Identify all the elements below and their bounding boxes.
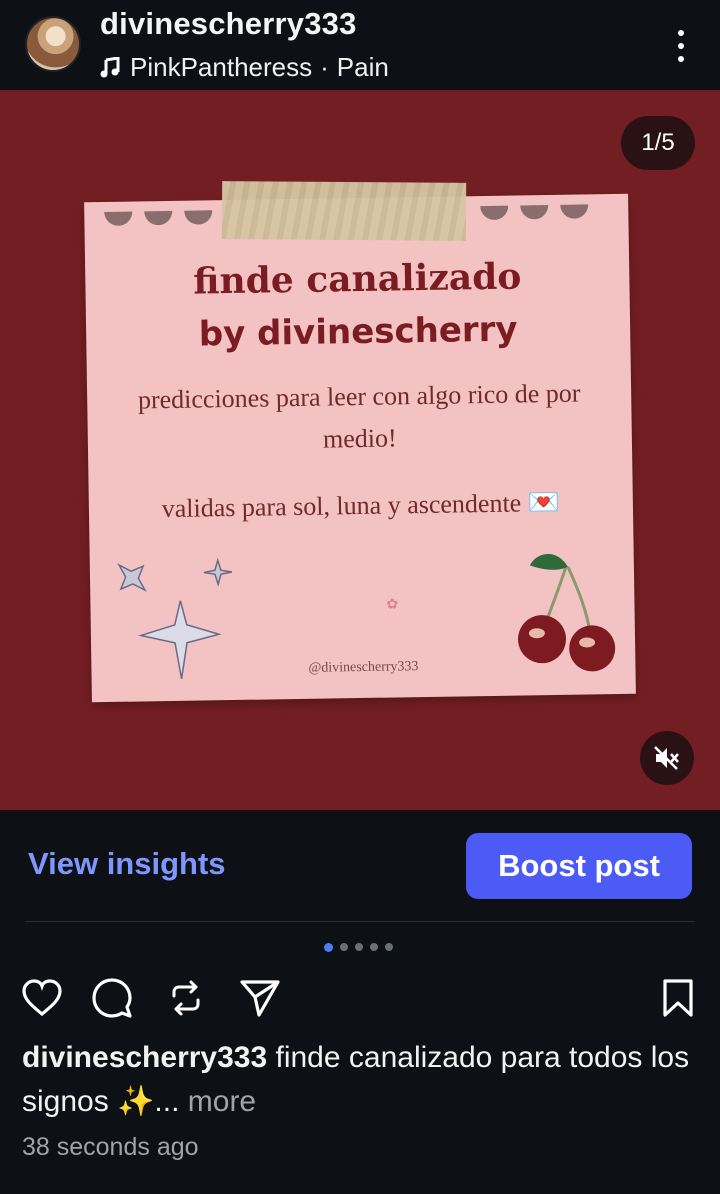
card-body-text: predicciones para leer con algo rico de … bbox=[137, 378, 581, 454]
post-timestamp: 38 seconds ago bbox=[22, 1133, 199, 1161]
card-subtitle: by divinescherry bbox=[198, 309, 518, 355]
carousel-dot-active bbox=[324, 943, 333, 952]
bookmark-icon[interactable] bbox=[656, 976, 700, 1020]
card-body-line2: validas para sol, luna y ascendente bbox=[161, 488, 522, 524]
carousel-dot bbox=[355, 943, 363, 951]
caption-more-link[interactable]: more bbox=[188, 1085, 256, 1118]
carousel-counter: 1/5 bbox=[621, 116, 695, 170]
caption-username[interactable]: divinescherry333 bbox=[22, 1041, 267, 1074]
card-title: finde canalizado bbox=[193, 255, 522, 303]
envelope-emoji: 💌 bbox=[527, 487, 561, 518]
music-note-icon bbox=[100, 56, 120, 77]
repost-icon[interactable] bbox=[164, 976, 208, 1020]
tape bbox=[221, 181, 467, 241]
card-holes-left bbox=[104, 210, 213, 226]
more-vertical-icon[interactable] bbox=[664, 26, 698, 66]
comment-icon[interactable] bbox=[90, 976, 134, 1020]
card-body-text-2: validas para sol, luna y ascendente 💌 bbox=[89, 487, 633, 526]
post-username[interactable]: divinescherry333 bbox=[100, 6, 357, 42]
carousel-dot bbox=[370, 943, 378, 951]
post-media[interactable]: finde canalizado by divinescherry predic… bbox=[0, 90, 720, 810]
mute-button[interactable] bbox=[640, 731, 694, 785]
divider bbox=[25, 921, 695, 922]
music-separator: · bbox=[320, 52, 329, 82]
music-artist: PinkPantheress bbox=[130, 52, 313, 82]
profile-avatar[interactable] bbox=[25, 16, 81, 72]
send-icon[interactable] bbox=[238, 976, 282, 1020]
carousel-dot bbox=[340, 943, 348, 951]
carousel-dot bbox=[385, 943, 393, 951]
view-insights-link[interactable]: View insights bbox=[28, 846, 226, 882]
music-info[interactable]: PinkPantheress · Pain bbox=[100, 52, 389, 83]
card-holes-right bbox=[480, 204, 589, 221]
post-header: divinescherry333 PinkPantheress · Pain bbox=[0, 0, 720, 90]
post-actions-bar: View insights Boost post bbox=[0, 810, 720, 922]
note-card: finde canalizado by divinescherry predic… bbox=[84, 193, 636, 703]
engagement-icons bbox=[0, 976, 720, 1022]
heart-icon[interactable] bbox=[20, 976, 64, 1020]
boost-post-button[interactable]: Boost post bbox=[466, 833, 692, 899]
music-track: Pain bbox=[336, 52, 389, 82]
carousel-dots bbox=[324, 943, 393, 952]
post-caption: divinescherry333 finde canalizado para t… bbox=[22, 1036, 712, 1124]
speaker-muted-icon bbox=[654, 746, 679, 770]
flower-icon: ✿ bbox=[386, 595, 399, 612]
